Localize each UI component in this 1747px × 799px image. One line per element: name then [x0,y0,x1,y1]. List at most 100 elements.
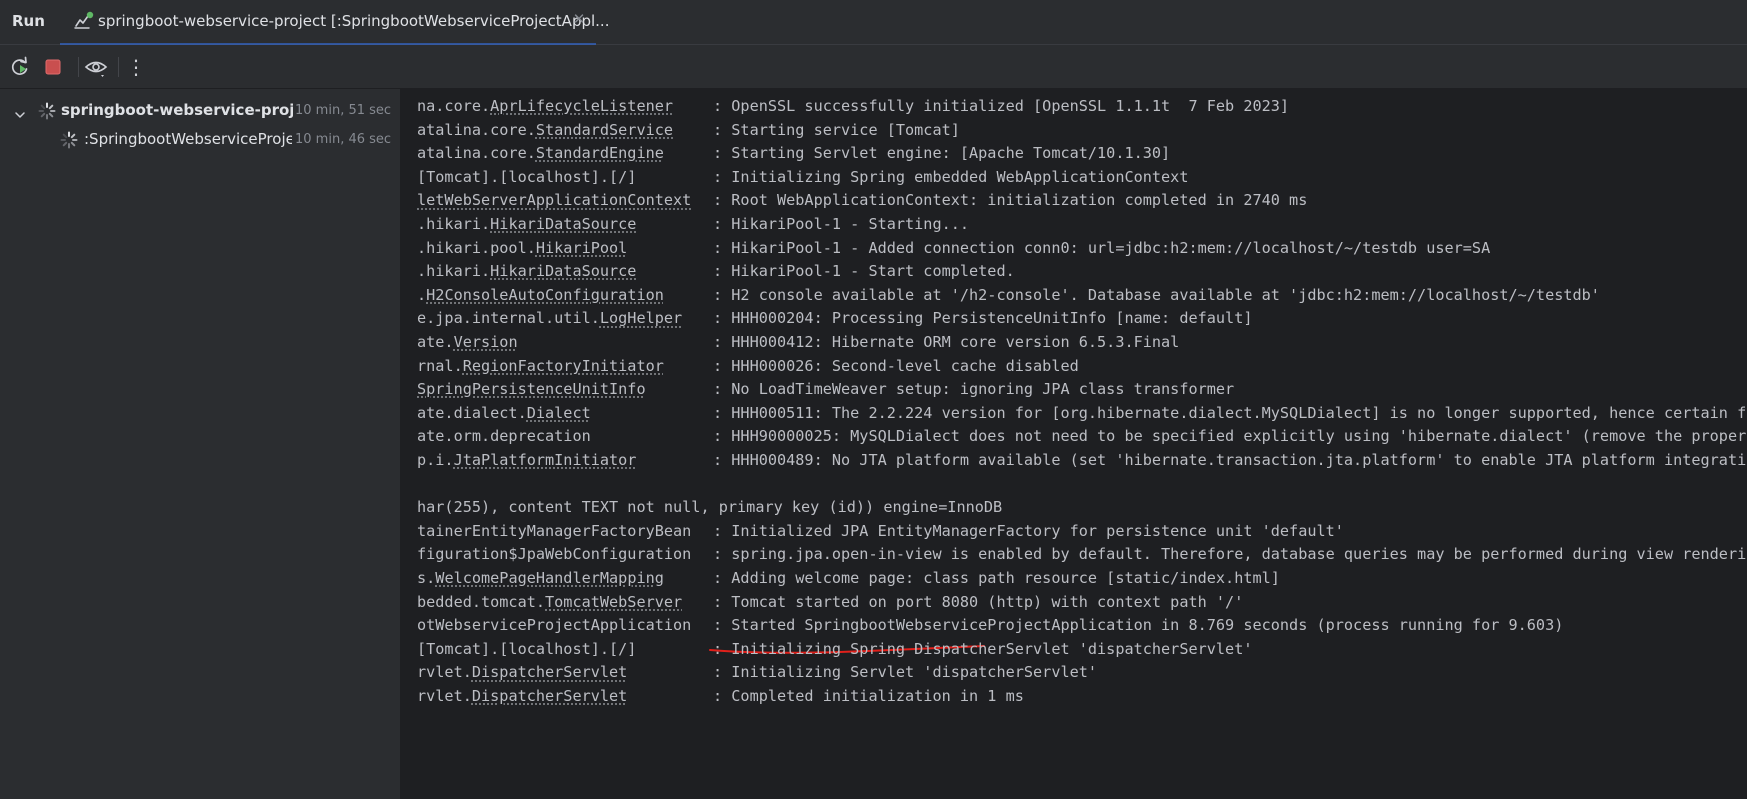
logger-class-link[interactable]: AprLifecycleListener [490,97,673,115]
run-configuration-tab[interactable]: springboot-webservice-project [:Springbo… [60,0,609,46]
logger-class-link[interactable]: H2ConsoleAutoConfiguration [426,286,664,304]
close-icon[interactable]: ✕ [570,10,588,28]
logger-prefix: atalina.core. [417,144,536,163]
logger-name: s.WelcomePageHandlerMapping [417,565,713,591]
logger-class-link[interactable]: HikariDataSource [490,215,636,233]
logger-prefix: [Tomcat].[localhost].[/] [417,639,637,658]
tree-item-project[interactable]: springboot-webservice-project [: 10 min,… [0,99,400,125]
logger-class-link[interactable]: letWebServerApplicationContext [417,191,691,209]
log-message: : Initializing Servlet 'dispatcherServle… [713,663,1098,682]
tree-item-label: :SpringbootWebserviceProjectA [84,130,292,148]
stop-icon[interactable] [41,55,65,79]
logger-name: e.jpa.internal.util.LogHelper [417,305,713,331]
console-line: e.jpa.internal.util.LogHelper: HHH000204… [417,305,1252,331]
rerun-icon[interactable] [8,55,32,79]
logger-class-link[interactable]: JtaPlatformInitiator [454,451,637,469]
logger-name: atalina.core.StandardService [417,117,713,143]
logger-prefix: na.core. [417,97,491,115]
log-message: : Starting service [Tomcat] [713,120,960,139]
run-tool-window: Run springboot-webservice-project [:Spri… [0,0,1747,799]
console-output[interactable]: na.core.AprLifecycleListener : OpenSSL su… [402,89,1747,799]
logger-class-link[interactable]: DispatcherServlet [472,687,627,705]
eye-icon[interactable] [84,55,108,79]
run-tree-panel: springboot-webservice-project [: 10 min,… [0,89,401,799]
logger-class-link[interactable]: WelcomePageHandlerMapping [435,569,664,587]
run-toolbar: ⋮ [0,45,1747,89]
logger-prefix: .hikari. [417,262,491,281]
tree-item-application[interactable]: :SpringbootWebserviceProjectA 10 min, 46… [0,129,400,155]
log-message: : HikariPool-1 - Starting... [713,215,970,233]
run-config-icon [73,11,95,31]
logger-name: letWebServerApplicationContext [417,187,713,213]
logger-name: ate.Version [417,329,713,355]
logger-class-link[interactable]: Dialect [527,404,591,422]
logger-prefix: bedded.tomcat. [417,592,546,611]
logger-prefix: ate.dialect. [417,403,527,422]
log-message: : HHH000489: No JTA platform available (… [713,451,1747,469]
logger-prefix: rvlet. [417,663,472,682]
logger-class-link[interactable]: HikariDataSource [490,262,636,280]
log-message: : Initialized JPA EntityManagerFactory f… [713,521,1344,540]
console-line: .H2ConsoleAutoConfiguration: H2 console … [417,282,1600,308]
console-line: atalina.core.StandardService: Starting s… [417,117,960,143]
console-line: .hikari.HikariDataSource: HikariPool-1 -… [417,211,969,237]
logger-name: rvlet.DispatcherServlet [417,683,713,709]
console-line: SpringPersistenceUnitInfo: No LoadTimeWe… [417,376,1234,402]
logger-prefix: ate. [417,333,454,351]
console-line: ate.Version: HHH000412: Hibernate ORM co… [417,329,1179,355]
console-line: p.i.JtaPlatformInitiator: HHH000489: No … [417,447,1747,473]
logger-class-link[interactable]: LogHelper [600,309,682,327]
log-message: : HHH000511: The 2.2.224 version for [or… [713,403,1747,422]
logger-prefix: .hikari.pool. [417,238,536,257]
console-line: tainerEntityManagerFactoryBean : Initial… [417,518,1344,544]
console-line: otWebserviceProjectApplication : Started… [417,612,1563,638]
tree-item-time: 10 min, 46 sec [295,132,392,147]
log-message: : HikariPool-1 - Start completed. [713,262,1015,281]
logger-prefix: rnal. [417,356,463,375]
logger-class-link[interactable]: SpringPersistenceUnitInfo [417,380,646,398]
logger-name: rvlet.DispatcherServlet [417,659,713,685]
logger-class-link[interactable]: StandardEngine [536,144,664,162]
logger-class-link[interactable]: Version [454,333,518,351]
logger-class-link[interactable]: RegionFactoryInitiator [463,357,664,375]
console-line: [Tomcat].[localhost].[/]: Initializing S… [417,164,1188,190]
log-message: : Starting Servlet engine: [Apache Tomca… [713,144,1171,163]
logger-class-link[interactable]: TomcatWebServer [545,593,682,611]
logger-name: .hikari.HikariDataSource [417,211,713,237]
logger-name: har(255), content TEXT not null, primary… [417,494,1002,520]
logger-prefix: rvlet. [417,687,472,705]
chevron-down-icon[interactable] [14,106,26,118]
logger-name: [Tomcat].[localhost].[/] [417,164,713,190]
log-message: : HHH000412: Hibernate ORM core version … [713,333,1180,351]
logger-prefix: . [417,285,427,304]
logger-name: otWebserviceProjectApplication [417,612,713,638]
panel-title: Run [12,12,45,30]
logger-class-link[interactable]: HikariPool [536,239,627,257]
logger-name: .H2ConsoleAutoConfiguration [417,282,713,308]
logger-name: figuration$JpaWebConfiguration [417,541,713,567]
log-message: : Initializing Spring DispatcherServlet … [713,639,1253,658]
logger-name: ate.orm.deprecation [417,423,713,449]
more-vertical-icon[interactable]: ⋮ [124,55,148,79]
logger-name: bedded.tomcat.TomcatWebServer [417,589,713,615]
log-message: : spring.jpa.open-in-view is enabled by … [713,545,1747,564]
logger-name: rnal.RegionFactoryInitiator [417,353,713,379]
logger-prefix: tainerEntityManagerFactoryBean [417,521,701,540]
log-message: : HHH000204: Processing PersistenceUnitI… [713,309,1253,328]
logger-name: tainerEntityManagerFactoryBean [417,518,713,544]
console-line: figuration$JpaWebConfiguration : spring.… [417,541,1747,567]
tree-item-time: 10 min, 51 sec [295,103,392,118]
console-line: bedded.tomcat.TomcatWebServer: Tomcat st… [417,589,1243,615]
logger-class-link[interactable]: StandardService [536,121,673,139]
logger-class-link[interactable]: DispatcherServlet [472,663,627,681]
logger-name: atalina.core.StandardEngine [417,140,713,166]
spinner-icon [60,131,78,149]
logger-name: .hikari.pool.HikariPool [417,235,713,261]
logger-name: [Tomcat].[localhost].[/] [417,636,713,662]
logger-prefix: s. [417,569,436,587]
log-message: : HikariPool-1 - Added connection conn0:… [713,238,1491,257]
logger-prefix: .hikari. [417,215,491,233]
log-message: : OpenSSL successfully initialized [Open… [713,97,1290,115]
log-message: : HHH90000025: MySQLDialect does not nee… [713,427,1747,446]
logger-prefix: e.jpa.internal.util. [417,309,600,328]
